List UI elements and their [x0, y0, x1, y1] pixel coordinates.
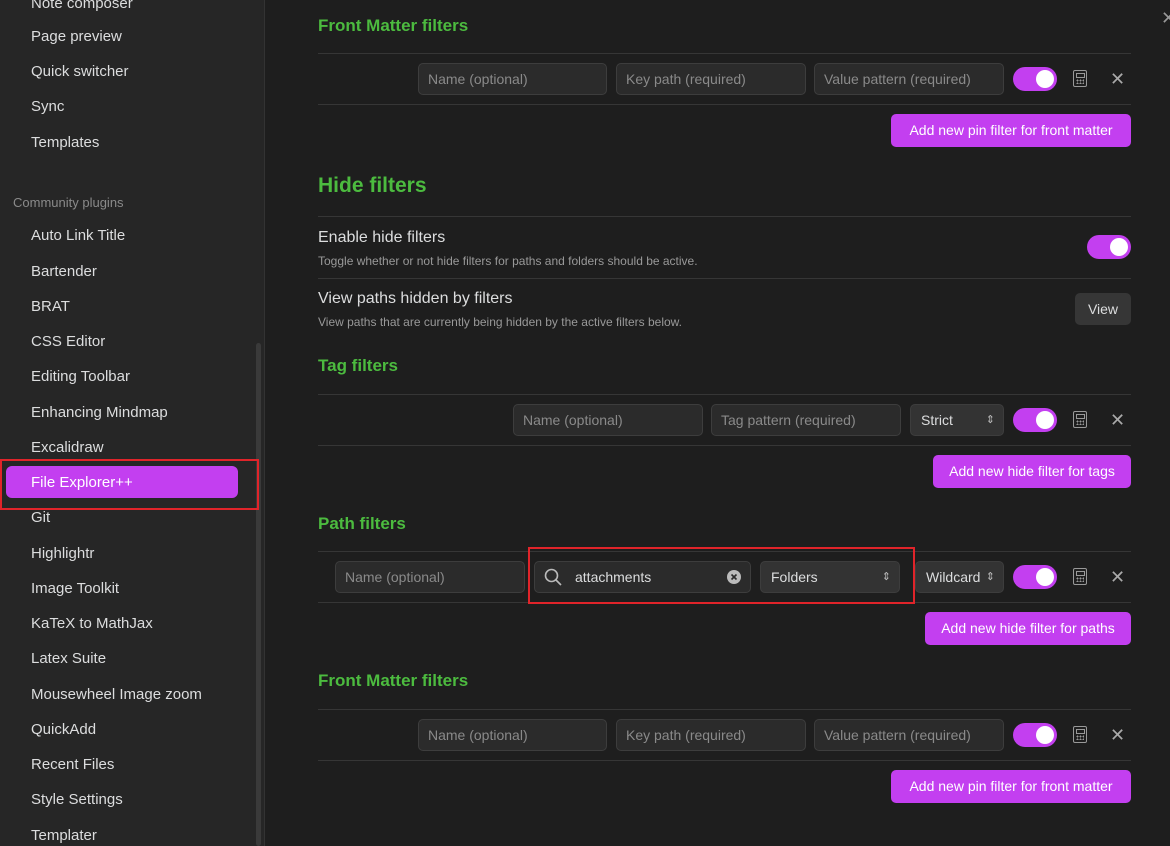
- filter-toggle[interactable]: [1013, 723, 1057, 747]
- sidebar-item-brat[interactable]: BRAT: [31, 297, 70, 317]
- sidebar-item-note-composer[interactable]: Note composer: [31, 0, 133, 14]
- sidebar-item-bartender[interactable]: Bartender: [31, 262, 97, 282]
- highlight-box-path-filter: [528, 547, 915, 604]
- close-icon[interactable]: ✕: [1110, 70, 1125, 88]
- match-mode-select[interactable]: Wildcard ⇕: [915, 561, 1004, 593]
- divider: [318, 760, 1131, 761]
- sidebar-item-image-toolkit[interactable]: Image Toolkit: [31, 579, 119, 599]
- sidebar-item-auto-link-title[interactable]: Auto Link Title: [31, 226, 125, 246]
- divider: [318, 394, 1131, 395]
- community-plugins-label: Community plugins: [13, 195, 124, 210]
- divider: [318, 445, 1131, 446]
- settings-sidebar: Note composer Page preview Quick switche…: [0, 0, 265, 846]
- sidebar-item-templater[interactable]: Templater: [31, 826, 97, 846]
- sidebar-scrollbar[interactable]: [256, 343, 261, 846]
- add-hide-filter-paths-button[interactable]: Add new hide filter for paths: [925, 612, 1131, 645]
- calculator-icon[interactable]: [1073, 568, 1087, 585]
- sidebar-item-css-editor[interactable]: CSS Editor: [31, 332, 105, 352]
- add-pin-filter-front-matter-button[interactable]: Add new pin filter for front matter: [891, 114, 1131, 147]
- key-path-input[interactable]: Key path (required): [616, 63, 806, 95]
- close-icon[interactable]: ✕: [1161, 8, 1170, 29]
- key-path-input[interactable]: Key path (required): [616, 719, 806, 751]
- calculator-icon[interactable]: [1073, 70, 1087, 87]
- filter-toggle[interactable]: [1013, 408, 1057, 432]
- chevron-updown-icon: ⇕: [985, 414, 995, 426]
- highlight-box-sidebar: [0, 459, 259, 510]
- sidebar-item-page-preview[interactable]: Page preview: [31, 27, 122, 47]
- enable-hide-filters-desc: Toggle whether or not hide filters for p…: [318, 254, 698, 268]
- sidebar-item-editing-toolbar[interactable]: Editing Toolbar: [31, 367, 130, 387]
- tag-pattern-input[interactable]: Tag pattern (required): [711, 404, 901, 436]
- sidebar-item-enhancing-mindmap[interactable]: Enhancing Mindmap: [31, 403, 168, 423]
- filter-toggle[interactable]: [1013, 565, 1057, 589]
- chevron-updown-icon: ⇕: [985, 571, 995, 583]
- name-input[interactable]: Name (optional): [335, 561, 525, 593]
- section-heading-front-matter: Front Matter filters: [318, 16, 469, 35]
- sidebar-item-templates[interactable]: Templates: [31, 133, 99, 153]
- match-mode-select[interactable]: Strict ⇕: [910, 404, 1004, 436]
- name-input[interactable]: Name (optional): [418, 63, 607, 95]
- path-filters-heading: Path filters: [318, 514, 406, 533]
- sidebar-item-git[interactable]: Git: [31, 508, 50, 528]
- settings-content: ✕ Front Matter filters Name (optional) K…: [265, 0, 1170, 846]
- value-pattern-input[interactable]: Value pattern (required): [814, 63, 1004, 95]
- divider: [318, 709, 1131, 710]
- name-input[interactable]: Name (optional): [418, 719, 607, 751]
- sidebar-item-excalidraw[interactable]: Excalidraw: [31, 438, 104, 458]
- sidebar-item-sync[interactable]: Sync: [31, 97, 64, 117]
- tag-filters-heading: Tag filters: [318, 356, 398, 375]
- sidebar-item-katex-to-mathjax[interactable]: KaTeX to MathJax: [31, 614, 153, 634]
- view-hidden-paths-desc: View paths that are currently being hidd…: [318, 315, 682, 329]
- sidebar-item-latex-suite[interactable]: Latex Suite: [31, 649, 106, 669]
- divider: [318, 104, 1131, 105]
- divider: [318, 278, 1131, 279]
- calculator-icon[interactable]: [1073, 411, 1087, 428]
- add-pin-filter-front-matter-button[interactable]: Add new pin filter for front matter: [891, 770, 1131, 803]
- sidebar-item-recent-files[interactable]: Recent Files: [31, 755, 114, 775]
- sidebar-item-quickadd[interactable]: QuickAdd: [31, 720, 96, 740]
- close-icon[interactable]: ✕: [1110, 411, 1125, 429]
- view-button[interactable]: View: [1075, 293, 1131, 325]
- section-heading-front-matter: Front Matter filters: [318, 671, 469, 690]
- close-icon[interactable]: ✕: [1110, 568, 1125, 586]
- enable-hide-filters-label: Enable hide filters: [318, 229, 446, 246]
- sidebar-item-highlightr[interactable]: Highlightr: [31, 544, 94, 564]
- sidebar-item-style-settings[interactable]: Style Settings: [31, 790, 123, 810]
- hide-filters-heading: Hide filters: [318, 174, 427, 197]
- sidebar-item-quick-switcher[interactable]: Quick switcher: [31, 62, 129, 82]
- divider: [318, 53, 1131, 54]
- sidebar-item-mousewheel-image-zoom[interactable]: Mousewheel Image zoom: [31, 685, 202, 705]
- add-hide-filter-tags-button[interactable]: Add new hide filter for tags: [933, 455, 1131, 488]
- value-pattern-input[interactable]: Value pattern (required): [814, 719, 1004, 751]
- calculator-icon[interactable]: [1073, 726, 1087, 743]
- divider: [318, 216, 1131, 217]
- select-value: Wildcard: [926, 569, 981, 585]
- view-hidden-paths-label: View paths hidden by filters: [318, 290, 513, 307]
- enable-hide-filters-toggle[interactable]: [1087, 235, 1131, 259]
- select-value: Strict: [921, 412, 953, 428]
- filter-toggle[interactable]: [1013, 67, 1057, 91]
- name-input[interactable]: Name (optional): [513, 404, 703, 436]
- close-icon[interactable]: ✕: [1110, 726, 1125, 744]
